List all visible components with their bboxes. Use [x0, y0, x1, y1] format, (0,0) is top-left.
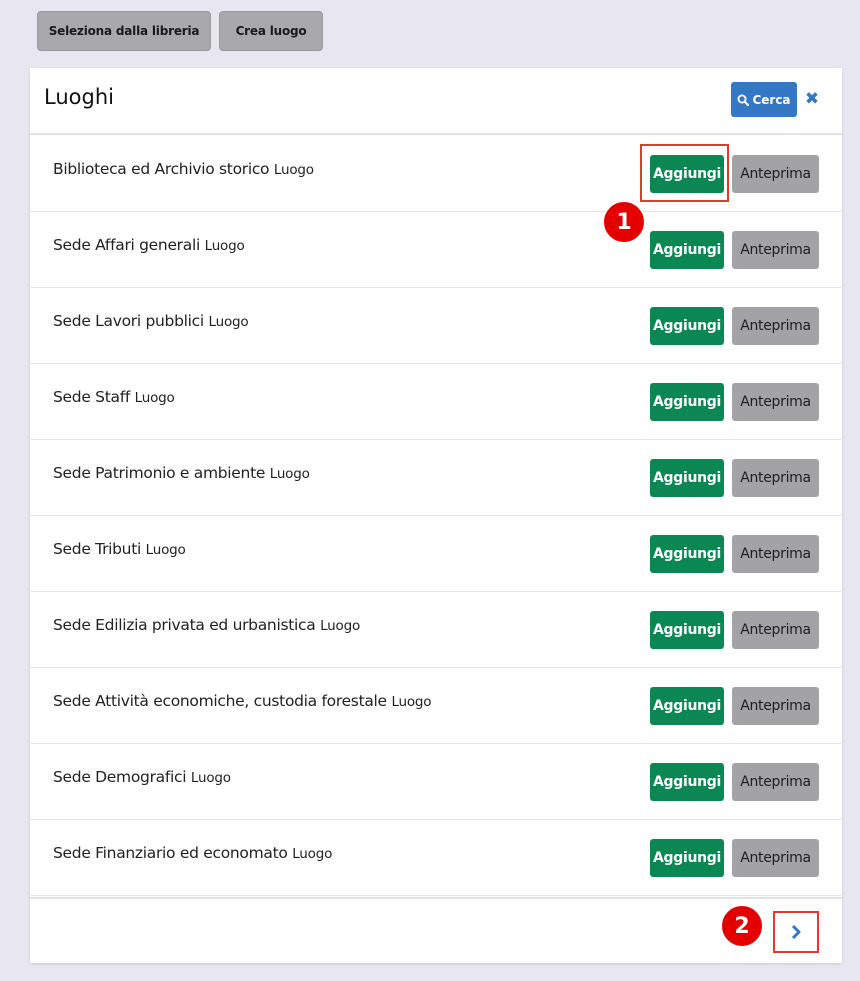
preview-button[interactable]: Anteprima — [732, 611, 819, 649]
place-type: Luogo — [292, 846, 333, 862]
add-button[interactable]: Aggiungi — [650, 155, 724, 193]
preview-button[interactable]: Anteprima — [732, 459, 819, 497]
list-item: Biblioteca ed Archivio storico Luogo Aggi… — [30, 136, 842, 212]
list-item: Sede Tributi Luogo Aggiungi Anteprima — [30, 516, 842, 592]
preview-button[interactable]: Anteprima — [732, 383, 819, 421]
list-item: Sede Finanziario ed economato Luogo Aggiu… — [30, 820, 842, 896]
list-item: Sede Staff Luogo Aggiungi Anteprima — [30, 364, 842, 440]
place-name: Sede Lavori pubblici — [53, 312, 204, 330]
place-name: Sede Affari generali — [53, 236, 200, 254]
add-button[interactable]: Aggiungi — [650, 307, 724, 345]
list-item: Sede Lavori pubblici Luogo Aggiungi Antepr… — [30, 288, 842, 364]
add-button[interactable]: Aggiungi — [650, 611, 724, 649]
preview-button[interactable]: Anteprima — [732, 763, 819, 801]
place-name: Sede Staff — [53, 388, 131, 406]
search-icon — [737, 94, 750, 106]
place-label: Sede Lavori pubblici Luogo — [53, 312, 249, 330]
place-name: Sede Edilizia privata ed urbanistica — [53, 616, 316, 634]
search-button[interactable]: Cerca — [731, 82, 797, 117]
step-badge-1: 1 — [602, 200, 646, 244]
place-type: Luogo — [134, 390, 175, 406]
place-type: Luogo — [269, 466, 310, 482]
place-type: Luogo — [145, 542, 186, 558]
place-name: Sede Finanziario ed economato — [53, 844, 288, 862]
place-type: Luogo — [208, 314, 249, 330]
place-type: Luogo — [190, 770, 231, 786]
place-label: Sede Attività economiche, custodia fores… — [53, 692, 432, 710]
list-item: Sede Patrimonio e ambiente Luogo Aggiungi… — [30, 440, 842, 516]
place-label: Sede Edilizia privata ed urbanistica Luo… — [53, 616, 360, 634]
preview-button[interactable]: Anteprima — [732, 231, 819, 269]
close-icon[interactable]: ✖ — [804, 87, 820, 111]
place-name: Biblioteca ed Archivio storico — [53, 160, 270, 178]
list-item: Sede Attività economiche, custodia fores… — [30, 668, 842, 744]
preview-button[interactable]: Anteprima — [732, 839, 819, 877]
place-label: Sede Affari generali Luogo — [53, 236, 245, 254]
add-button[interactable]: Aggiungi — [650, 687, 724, 725]
add-button[interactable]: Aggiungi — [650, 231, 724, 269]
place-type: Luogo — [273, 162, 314, 178]
place-label: Sede Tributi Luogo — [53, 540, 186, 558]
place-name: Sede Tributi — [53, 540, 141, 558]
place-label: Biblioteca ed Archivio storico Luogo — [53, 160, 314, 178]
place-name: Sede Demografici — [53, 768, 187, 786]
add-button[interactable]: Aggiungi — [650, 383, 724, 421]
list-item: Sede Demografici Luogo Aggiungi Anteprima — [30, 744, 842, 820]
list-item: Sede Affari generali Luogo Aggiungi Antepr… — [30, 212, 842, 288]
add-button[interactable]: Aggiungi — [650, 839, 724, 877]
page-title: Luoghi — [44, 85, 114, 109]
add-button[interactable]: Aggiungi — [650, 459, 724, 497]
places-panel: Luoghi Cerca ✖ Biblioteca ed Archivio st… — [30, 68, 842, 963]
create-place-button[interactable]: Crea luogo — [219, 11, 323, 51]
add-button[interactable]: Aggiungi — [650, 763, 724, 801]
place-name: Sede Attività economiche, custodia fores… — [53, 692, 387, 710]
place-type: Luogo — [391, 694, 432, 710]
place-type: Luogo — [204, 238, 245, 254]
add-button[interactable]: Aggiungi — [650, 535, 724, 573]
search-button-label: Cerca — [752, 92, 791, 107]
preview-button[interactable]: Anteprima — [732, 155, 819, 193]
place-type: Luogo — [320, 618, 361, 634]
preview-button[interactable]: Anteprima — [732, 535, 819, 573]
place-name: Sede Patrimonio e ambiente — [53, 464, 266, 482]
place-label: Sede Staff Luogo — [53, 388, 175, 406]
next-page-button[interactable] — [773, 911, 819, 953]
place-label: Sede Finanziario ed economato Luogo — [53, 844, 332, 862]
panel-header: Luoghi Cerca ✖ — [30, 68, 842, 135]
chevron-right-icon — [791, 924, 801, 940]
preview-button[interactable]: Anteprima — [732, 307, 819, 345]
select-from-library-button[interactable]: Seleziona dalla libreria — [37, 11, 211, 51]
place-label: Sede Demografici Luogo — [53, 768, 231, 786]
list-item: Sede Edilizia privata ed urbanistica Luo… — [30, 592, 842, 668]
place-label: Sede Patrimonio e ambiente Luogo — [53, 464, 310, 482]
step-badge-2: 2 — [720, 904, 764, 948]
preview-button[interactable]: Anteprima — [732, 687, 819, 725]
